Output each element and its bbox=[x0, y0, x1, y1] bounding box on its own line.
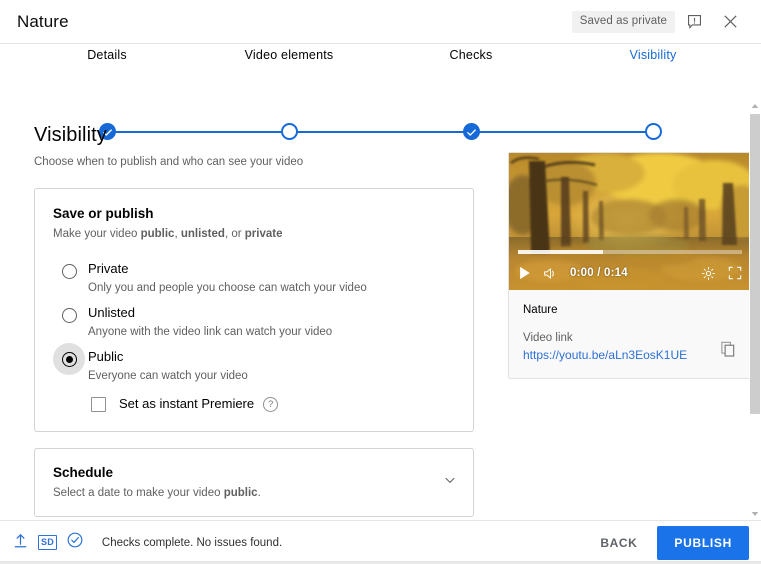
back-button[interactable]: BACK bbox=[586, 527, 651, 559]
copy-link-button[interactable] bbox=[715, 338, 741, 364]
footer-status-icons: SD bbox=[12, 531, 84, 554]
upload-dialog: Nature Saved as private Details Video el… bbox=[0, 0, 761, 564]
desc-unlisted: unlisted bbox=[180, 228, 225, 240]
radio-hit-unlisted[interactable] bbox=[50, 300, 88, 330]
scroll-up-arrow-icon[interactable] bbox=[749, 100, 761, 112]
desc-sep-2: , or bbox=[224, 228, 245, 240]
desc-text-prefix: Make your video bbox=[53, 228, 141, 240]
video-preview-card: 0:00 / 0:14 Nature Video link https://yo… bbox=[508, 152, 752, 379]
dialog-footer: SD Checks complete. No issues found. BAC… bbox=[0, 520, 761, 564]
instant-premiere-checkbox[interactable] bbox=[91, 396, 106, 412]
dialog-header: Nature Saved as private bbox=[0, 0, 761, 44]
section-subtitle: Choose when to publish and who can see y… bbox=[34, 156, 304, 168]
desc-private: private bbox=[244, 228, 283, 240]
player-time-display: 0:00 / 0:14 bbox=[570, 267, 628, 279]
radio-label-private: Private bbox=[88, 261, 129, 276]
chevron-down-icon bbox=[442, 472, 458, 493]
stepper-label-video-elements[interactable]: Video elements bbox=[245, 48, 334, 62]
video-quality-badge[interactable]: SD bbox=[38, 535, 57, 550]
schedule-description: Select a date to make your video public. bbox=[53, 485, 409, 501]
fullscreen-icon[interactable] bbox=[728, 266, 742, 280]
footer-actions: BACK PUBLISH bbox=[586, 525, 749, 560]
video-link-url[interactable]: https://youtu.be/aLn3EosK1UE bbox=[523, 348, 687, 362]
radio-option-private[interactable]: Private Only you and people you choose c… bbox=[53, 256, 455, 297]
radio-desc-private: Only you and people you choose can watch… bbox=[88, 282, 367, 294]
feedback-button[interactable] bbox=[677, 5, 711, 39]
checks-status-text: Checks complete. No issues found. bbox=[101, 536, 283, 549]
radio-hit-private[interactable] bbox=[50, 256, 88, 286]
header-actions: Saved as private bbox=[571, 5, 747, 39]
radio-circle-icon bbox=[61, 263, 77, 279]
settings-gear-icon[interactable] bbox=[701, 266, 716, 281]
vertical-scrollbar[interactable] bbox=[749, 100, 761, 520]
close-button[interactable] bbox=[713, 5, 747, 39]
copy-icon bbox=[719, 340, 737, 363]
video-title: Nature bbox=[523, 304, 558, 316]
section-title: Visibility bbox=[34, 124, 107, 146]
instant-premiere-label: Set as instant Premiere bbox=[119, 396, 255, 411]
check-circle-icon[interactable] bbox=[66, 531, 84, 554]
progress-stepper: Details Video elements Checks Visibility bbox=[0, 44, 761, 140]
feedback-bubble-icon bbox=[686, 13, 703, 30]
video-meta: Nature Video link https://youtu.be/aLn3E… bbox=[509, 290, 751, 378]
visibility-radio-group: Private Only you and people you choose c… bbox=[53, 256, 455, 413]
radio-label-unlisted: Unlisted bbox=[88, 305, 135, 320]
upload-arrow-icon[interactable] bbox=[12, 532, 29, 554]
video-link-label: Video link bbox=[523, 332, 573, 344]
desc-public: public bbox=[140, 228, 175, 240]
schedule-desc-public: public bbox=[223, 487, 258, 499]
radio-option-public[interactable]: Public Everyone can watch your video bbox=[50, 343, 455, 385]
radio-desc-unlisted: Anyone with the video link can watch you… bbox=[88, 326, 333, 338]
radio-option-unlisted[interactable]: Unlisted Anyone with the video link can … bbox=[53, 300, 455, 341]
help-circle-icon[interactable]: ? bbox=[263, 396, 279, 412]
radio-circle-icon bbox=[61, 307, 77, 323]
instant-premiere-row[interactable]: Set as instant Premiere ? bbox=[91, 395, 455, 413]
scroll-content: Visibility Choose when to publish and wh… bbox=[0, 100, 761, 520]
page-title: Nature bbox=[17, 11, 69, 31]
schedule-title: Schedule bbox=[53, 465, 114, 480]
schedule-expand-button[interactable] bbox=[427, 472, 473, 493]
radio-label-public: Public bbox=[88, 349, 124, 364]
schedule-desc-suffix: . bbox=[257, 487, 261, 499]
radio-circle-selected-icon bbox=[61, 351, 77, 367]
video-player[interactable]: 0:00 / 0:14 bbox=[509, 153, 751, 290]
schedule-desc-prefix: Select a date to make your video bbox=[53, 487, 224, 499]
status-badge: Saved as private bbox=[571, 10, 675, 33]
player-controls: 0:00 / 0:14 bbox=[509, 248, 751, 290]
player-progress-bar[interactable] bbox=[518, 250, 742, 254]
volume-icon[interactable] bbox=[543, 266, 558, 281]
save-or-publish-card: Save or publish Make your video public, … bbox=[34, 188, 474, 432]
save-or-publish-title: Save or publish bbox=[53, 206, 154, 221]
stepper-label-details[interactable]: Details bbox=[87, 48, 127, 62]
publish-button[interactable]: PUBLISH bbox=[657, 525, 749, 560]
visibility-column: Visibility Choose when to publish and wh… bbox=[34, 122, 474, 520]
stepper-label-visibility[interactable]: Visibility bbox=[630, 48, 677, 62]
play-icon[interactable] bbox=[518, 266, 531, 280]
radio-hit-public[interactable] bbox=[50, 343, 88, 375]
player-progress-fill bbox=[518, 250, 604, 254]
radio-desc-public: Everyone can watch your video bbox=[88, 370, 248, 382]
dialog-body: Visibility Choose when to publish and wh… bbox=[0, 100, 761, 520]
scrollbar-thumb[interactable] bbox=[750, 114, 760, 414]
scroll-down-arrow-icon[interactable] bbox=[749, 508, 761, 520]
schedule-card[interactable]: Schedule Select a date to make your vide… bbox=[34, 448, 474, 517]
save-or-publish-description: Make your video public, unlisted, or pri… bbox=[53, 226, 455, 242]
video-preview-column: 0:00 / 0:14 Nature Video link https://yo… bbox=[508, 122, 752, 379]
close-icon bbox=[721, 12, 740, 31]
stepper-labels: Details Video elements Checks Visibility bbox=[0, 48, 761, 66]
stepper-label-checks[interactable]: Checks bbox=[450, 48, 493, 62]
